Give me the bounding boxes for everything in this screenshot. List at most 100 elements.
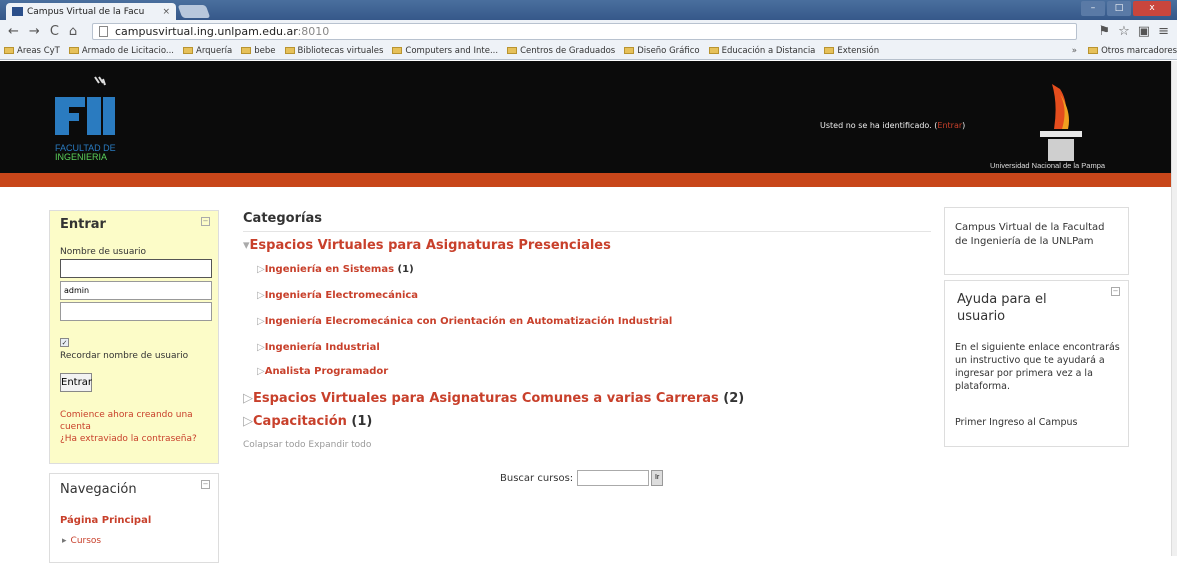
category-label[interactable]: Capacitación — [253, 414, 347, 429]
bookmarks-bar: Areas CyT Armado de Licitacio... Arquerí… — [0, 42, 1177, 60]
university-logo-icon — [1040, 84, 1082, 161]
back-arrow-icon[interactable]: ← — [8, 24, 19, 39]
bookmark-item[interactable]: Bibliotecas virtuales — [284, 46, 383, 56]
remember-checkbox[interactable]: ✓ — [60, 338, 69, 347]
category-item[interactable]: ▷Ingeniería Elecromecánica con Orientaci… — [257, 316, 672, 327]
bookmark-item[interactable]: Extensión — [824, 46, 879, 56]
bookmark-item[interactable]: Diseño Gráfico — [624, 46, 700, 56]
category-label[interactable]: Espacios Virtuales para Asignaturas Comu… — [253, 391, 719, 406]
category-item[interactable]: ▷Ingeniería en Sistemas (1) — [257, 264, 414, 275]
category-label[interactable]: Ingeniería Industrial — [265, 342, 380, 353]
tab-title: Campus Virtual de la Facu — [27, 6, 145, 17]
search-go-button[interactable]: Ir — [651, 470, 664, 486]
folder-icon — [68, 47, 79, 54]
category-label[interactable]: Ingeniería Electromecánica — [265, 290, 418, 301]
category-item[interactable]: ▷Ingeniería Electromecánica — [257, 290, 418, 301]
folder-icon — [624, 47, 635, 54]
bookmark-item[interactable]: Educación a Distancia — [708, 45, 816, 56]
categories-title: Categorías — [243, 211, 322, 226]
help-block: Ayuda para el usuario − En el siguiente … — [944, 280, 1129, 447]
header-band — [0, 173, 1177, 187]
bookmark-label: Extensión — [837, 45, 880, 56]
category-item[interactable]: ▾Espacios Virtuales para Asignaturas Pre… — [243, 238, 611, 253]
folder-icon — [824, 47, 835, 54]
collapse-icon[interactable]: − — [201, 480, 210, 489]
browser-tab[interactable]: Campus Virtual de la Facu × — [6, 3, 176, 20]
category-label[interactable]: Ingeniería en Sistemas — [265, 264, 394, 275]
remember-label: Recordar nombre de usuario — [60, 351, 189, 361]
first-login-link[interactable]: Primer Ingreso al Campus — [955, 417, 1078, 428]
categories-divider — [243, 231, 931, 232]
course-count: (1) — [351, 414, 373, 429]
course-search-input[interactable] — [577, 470, 650, 486]
expand-arrow-icon[interactable]: ▷ — [257, 290, 265, 301]
maximize-button[interactable]: □ — [1107, 1, 1131, 16]
category-label[interactable]: Analista Programador — [265, 366, 389, 377]
expand-arrow-icon[interactable]: ▷ — [243, 391, 253, 406]
folder-icon — [507, 47, 518, 54]
collapse-icon[interactable]: − — [201, 217, 210, 226]
folder-icon — [708, 47, 719, 54]
address-bar[interactable]: campusvirtual.ing.unlpam.edu.ar:8010 — [92, 23, 1077, 40]
category-item[interactable]: ▷Analista Programador — [257, 366, 388, 377]
category-item[interactable]: ▷Ingeniería Industrial — [257, 342, 380, 353]
info-block: Campus Virtual de la Facultad de Ingenie… — [944, 207, 1129, 275]
bookmarks-more-button[interactable]: » — [1072, 46, 1077, 56]
forgot-password-link[interactable]: ¿Ha extraviado la contraseña? — [60, 434, 197, 444]
new-tab-button[interactable] — [177, 5, 211, 18]
url-host: campusvirtual.ing.unlpam.edu.ar — [115, 25, 298, 38]
category-item[interactable]: ▷Capacitación (1) — [243, 414, 372, 429]
reload-icon[interactable]: C — [50, 24, 59, 39]
extension-icon[interactable]: ▣ — [1138, 24, 1150, 39]
bookmark-item[interactable]: Centros de Graduados — [507, 46, 615, 56]
course-search: Buscar cursos: Ir — [500, 470, 664, 486]
login-links: Comience ahora creando una cuenta ¿Ha ex… — [60, 409, 215, 445]
nav-courses-item[interactable]: ▸ Cursos — [62, 536, 101, 546]
page-scrollbar[interactable] — [1171, 61, 1177, 556]
browser-tabbar: Campus Virtual de la Facu × – □ x — [0, 0, 1177, 20]
username-field[interactable] — [60, 259, 212, 278]
home-icon[interactable]: ⌂ — [69, 24, 77, 39]
category-item[interactable]: ▷Espacios Virtuales para Asignaturas Com… — [243, 391, 744, 406]
expand-arrow-icon[interactable]: ▷ — [257, 342, 265, 353]
collapse-icon[interactable]: − — [1111, 287, 1120, 296]
create-account-link[interactable]: Comience ahora creando una cuenta — [60, 410, 193, 432]
login-button[interactable]: Entrar — [60, 373, 92, 392]
expand-arrow-icon[interactable]: ▷ — [257, 264, 265, 275]
faculty-logo-icon[interactable] — [55, 75, 115, 135]
expand-arrow-icon[interactable]: ▷ — [257, 366, 265, 377]
window-close-button[interactable]: x — [1133, 1, 1171, 16]
course-count: (2) — [723, 391, 745, 406]
extra-field[interactable] — [60, 302, 212, 321]
bookmark-item[interactable]: Armado de Licitacio... — [68, 46, 174, 56]
flag-icon[interactable]: ⚑ — [1098, 24, 1110, 39]
bookmark-label: Areas CyT — [17, 45, 60, 56]
username-label: Nombre de usuario — [60, 247, 147, 257]
menu-icon[interactable]: ≡ — [1158, 24, 1169, 39]
other-bookmarks[interactable]: Otros marcadores — [1088, 46, 1177, 56]
toolbar-icons: ⚑ ☆ ▣ ≡ — [1098, 24, 1169, 39]
browser-toolbar: ← → C ⌂ campusvirtual.ing.unlpam.edu.ar:… — [0, 20, 1177, 42]
expand-all-link[interactable]: Expandir todo — [308, 440, 371, 450]
page-icon — [99, 26, 108, 37]
expand-arrow-icon[interactable]: ▷ — [257, 316, 265, 327]
nav-home-link[interactable]: Página Principal — [60, 515, 151, 526]
bookmark-item[interactable]: bebe — [241, 46, 276, 56]
header-login-link[interactable]: Entrar — [937, 121, 962, 130]
star-icon[interactable]: ☆ — [1118, 24, 1130, 39]
bookmark-item[interactable]: Areas CyT — [4, 46, 60, 56]
collapse-all-link[interactable]: Colapsar todo — [243, 440, 306, 450]
university-name: Universidad Nacional de la Pampa — [990, 161, 1106, 170]
bookmark-label: Educación a Distancia — [721, 45, 816, 56]
course-count: (1) — [397, 264, 414, 275]
category-label[interactable]: Ingeniería Elecromecánica con Orientació… — [265, 316, 673, 327]
bookmark-item[interactable]: Computers and Inte... — [392, 46, 498, 56]
category-label[interactable]: Espacios Virtuales para Asignaturas Pres… — [250, 238, 611, 253]
expand-arrow-icon[interactable]: ▷ — [243, 414, 253, 429]
bookmark-item[interactable]: Arquería — [183, 46, 232, 56]
password-field[interactable] — [60, 281, 212, 300]
minimize-button[interactable]: – — [1081, 1, 1105, 16]
folder-icon — [241, 47, 252, 54]
forward-arrow-icon[interactable]: → — [29, 24, 40, 39]
tab-close-icon[interactable]: × — [162, 7, 170, 17]
